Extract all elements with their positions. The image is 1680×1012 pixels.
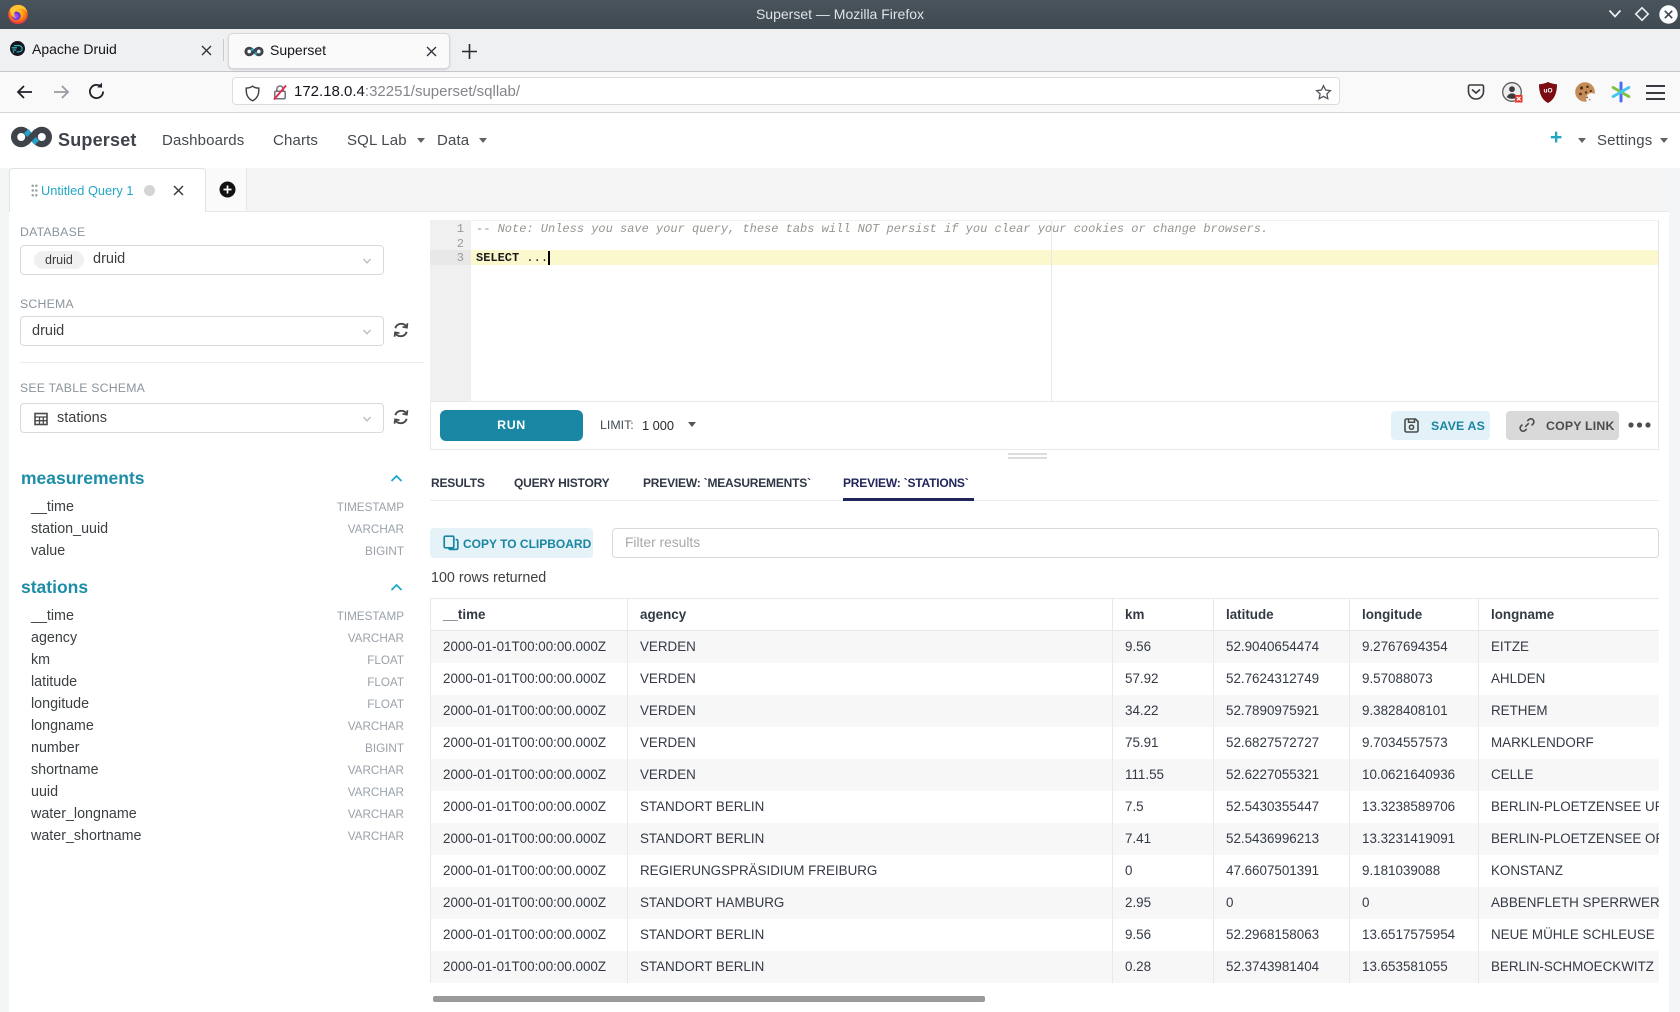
svg-text:uO: uO — [1543, 88, 1552, 95]
